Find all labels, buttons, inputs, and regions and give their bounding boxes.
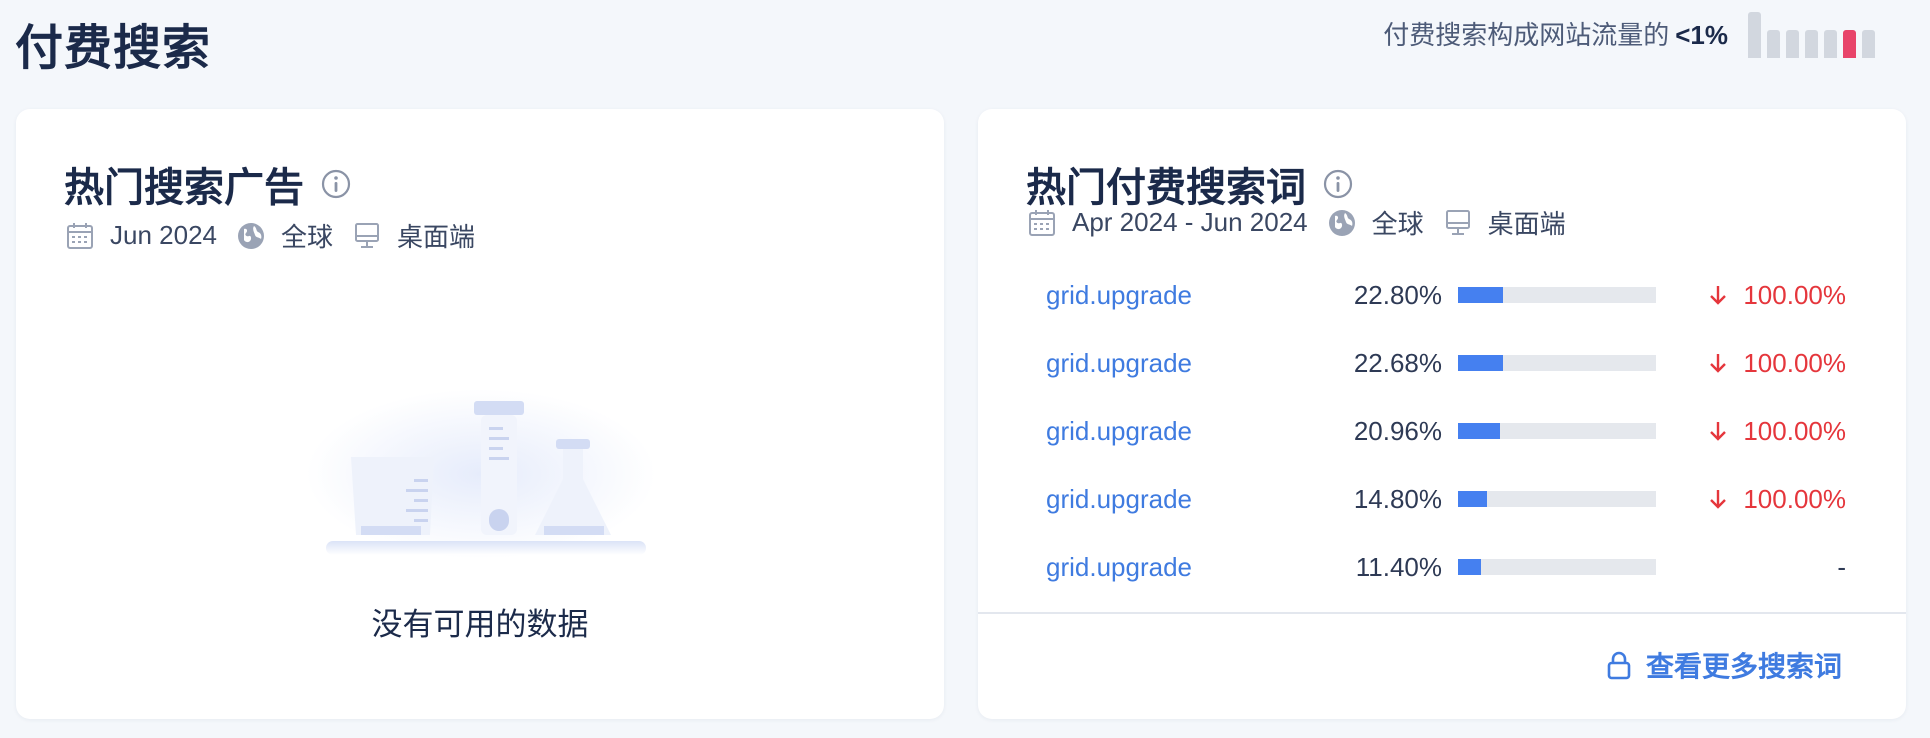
calendar-icon [1026, 207, 1058, 239]
share-bar [1458, 423, 1656, 439]
keyword-row: grid.upgrade 14.80% 100.00% [1046, 479, 1846, 519]
keyword-change-value: 100.00% [1743, 415, 1846, 446]
keyword-change: - [1656, 552, 1846, 583]
keyword-change-value: 100.00% [1743, 347, 1846, 378]
share-bar-fill [1458, 559, 1481, 575]
desktop-icon [351, 220, 383, 252]
keyword-change-value: 100.00% [1743, 483, 1846, 514]
traffic-share-value: <1% [1675, 20, 1728, 50]
share-bar-fill [1458, 355, 1503, 371]
device: 桌面端 [1487, 209, 1566, 239]
traffic-share-bar [1843, 30, 1856, 58]
date-range: Apr 2024 - Jun 2024 [1072, 207, 1308, 237]
card-meta: Jun 2024 全球 桌面端 [64, 217, 493, 254]
traffic-share-label: 付费搜索构成网站流量的 [1383, 20, 1670, 50]
keyword-share: 22.80% [1353, 279, 1442, 310]
date-range: Jun 2024 [110, 220, 217, 250]
keyword-row: grid.upgrade 20.96% 100.00% [1046, 411, 1846, 451]
keyword-link[interactable]: grid.upgrade [1046, 416, 1346, 447]
globe-icon [1326, 207, 1358, 239]
keyword-change: 100.00% [1656, 280, 1846, 311]
keyword-share: 22.68% [1353, 347, 1442, 378]
empty-state-illustration [306, 389, 656, 559]
keyword-change: 100.00% [1656, 484, 1846, 515]
view-more-keywords-button[interactable]: 查看更多搜索词 [1606, 645, 1842, 685]
region: 全球 [280, 222, 333, 252]
share-bar [1458, 355, 1656, 371]
top-search-ads-card: 热门搜索广告 Jun 2024 全球 桌面端 没有可用的数据 [16, 109, 944, 719]
keyword-change-value: - [1837, 551, 1846, 582]
traffic-share-bars [1748, 12, 1875, 58]
keyword-change: 100.00% [1656, 348, 1846, 379]
traffic-share: 付费搜索构成网站流量的 <1% [1383, 10, 1875, 58]
globe-icon [235, 220, 267, 252]
keyword-link[interactable]: grid.upgrade [1046, 484, 1346, 515]
keyword-link[interactable]: grid.upgrade [1046, 348, 1346, 379]
region: 全球 [1371, 209, 1424, 239]
top-paid-keywords-card: 热门付费搜索词 Apr 2024 - Jun 2024 全球 桌面端 grid.… [978, 109, 1906, 719]
traffic-share-bar [1805, 30, 1818, 58]
keyword-link[interactable]: grid.upgrade [1046, 280, 1346, 311]
desktop-icon [1442, 207, 1474, 239]
keyword-row: grid.upgrade 11.40% - [1046, 547, 1846, 587]
share-bar-fill [1458, 423, 1500, 439]
share-bar [1458, 491, 1656, 507]
arrow-down-icon [1707, 488, 1729, 510]
info-icon[interactable] [320, 168, 352, 200]
traffic-share-bar [1786, 30, 1799, 58]
calendar-icon [64, 220, 96, 252]
share-bar [1458, 559, 1656, 575]
arrow-down-icon [1707, 352, 1729, 374]
keyword-share: 14.80% [1353, 483, 1442, 514]
info-icon[interactable] [1322, 168, 1354, 200]
share-bar-fill [1458, 491, 1488, 507]
keyword-change-value: 100.00% [1743, 279, 1846, 310]
share-bar-fill [1458, 287, 1504, 303]
arrow-down-icon [1707, 420, 1729, 442]
keyword-link[interactable]: grid.upgrade [1046, 552, 1346, 583]
card-meta: Apr 2024 - Jun 2024 全球 桌面端 [1026, 204, 1584, 241]
keyword-row: grid.upgrade 22.68% 100.00% [1046, 343, 1846, 383]
traffic-share-bar [1824, 30, 1837, 58]
share-bar [1458, 287, 1656, 303]
traffic-share-bar [1767, 30, 1780, 58]
keyword-share: 11.40% [1355, 551, 1442, 582]
traffic-share-bar [1862, 30, 1875, 58]
keyword-change: 100.00% [1656, 416, 1846, 447]
view-more-label: 查看更多搜索词 [1645, 651, 1842, 682]
device: 桌面端 [397, 222, 476, 252]
lock-icon [1606, 650, 1632, 680]
page-title: 付费搜索 [15, 22, 212, 75]
divider [978, 612, 1906, 614]
arrow-down-icon [1707, 284, 1729, 306]
keyword-row: grid.upgrade 22.80% 100.00% [1046, 275, 1846, 315]
empty-state-text: 没有可用的数据 [371, 607, 589, 642]
card-title: 热门搜索广告 [64, 166, 304, 210]
traffic-share-bar [1748, 12, 1761, 58]
keyword-share: 20.96% [1353, 415, 1442, 446]
